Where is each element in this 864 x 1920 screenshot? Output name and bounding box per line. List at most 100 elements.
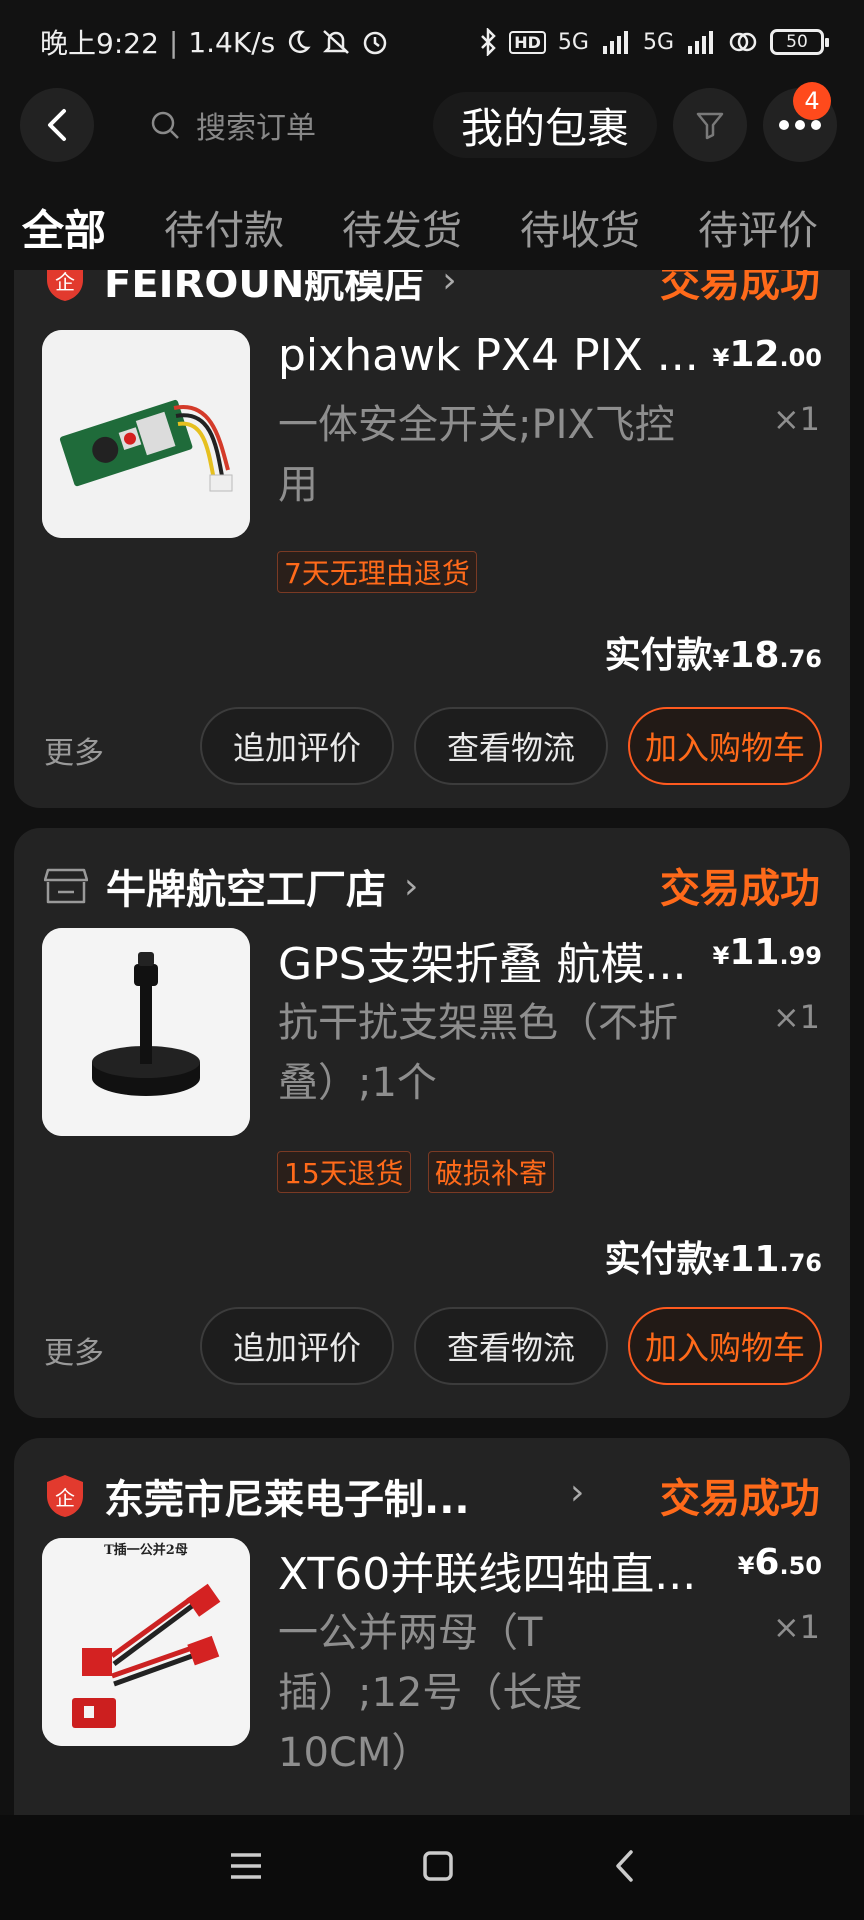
top-header: 搜索订单 我的包裹 4 bbox=[0, 82, 864, 184]
chevron-right-icon: › bbox=[442, 270, 457, 301]
link-icon bbox=[728, 30, 758, 54]
shop-badge-icon: 企 bbox=[47, 270, 83, 301]
service-tag: 7天无理由退货 bbox=[277, 551, 477, 593]
tab-pending-shipment[interactable]: 待发货 bbox=[342, 198, 462, 256]
product-thumbnail[interactable] bbox=[42, 330, 250, 538]
bluetooth-icon bbox=[479, 28, 497, 56]
product-image-xt60-cable: T插一公并2母 bbox=[42, 1538, 250, 1746]
tab-all[interactable]: 全部 bbox=[22, 197, 106, 258]
status-bar: 晚上9:22 | 1.4K/s HD 5G 5G 50 bbox=[0, 0, 864, 84]
paid-dec: .76 bbox=[779, 1249, 822, 1277]
add-to-cart-button[interactable]: 加入购物车 bbox=[628, 707, 822, 785]
order-status: 交易成功 bbox=[660, 1476, 820, 1522]
shop-row[interactable]: 企 FEIROUN航模店 › bbox=[44, 270, 457, 310]
chevron-right-icon[interactable]: › bbox=[570, 1472, 584, 1513]
network-label-2: 5G bbox=[642, 29, 674, 55]
order-status: 交易成功 bbox=[660, 866, 820, 912]
product-spec: 一体安全开关;PIX飞控用 bbox=[278, 402, 675, 508]
unit-price: ¥6.50 bbox=[738, 1542, 822, 1583]
search-icon bbox=[151, 111, 179, 139]
signal-icon-2 bbox=[686, 30, 716, 54]
chevron-left-icon bbox=[48, 109, 66, 141]
filter-icon bbox=[696, 112, 724, 140]
shop-name: FEIROUN航模店 bbox=[104, 270, 425, 307]
hd-badge: HD bbox=[509, 30, 546, 54]
add-review-button[interactable]: 追加评价 bbox=[200, 707, 394, 785]
more-link[interactable]: 更多 bbox=[44, 728, 104, 772]
add-review-button[interactable]: 追加评价 bbox=[200, 1307, 394, 1385]
paid-label: 实付款 bbox=[604, 1239, 713, 1280]
order-card[interactable]: 企 FEIROUN航模店 › 交易成功 pixhawk PX4 PIX ... … bbox=[14, 270, 850, 808]
more-link[interactable]: 更多 bbox=[44, 1328, 104, 1372]
svg-text:企: 企 bbox=[55, 1486, 75, 1510]
order-tabs: 全部 待付款 待发货 待收货 待评价 bbox=[0, 184, 864, 270]
add-to-cart-button[interactable]: 加入购物车 bbox=[628, 1307, 822, 1385]
network-label-1: 5G bbox=[557, 29, 589, 55]
price-int: 11 bbox=[729, 932, 780, 973]
back-nav-icon[interactable] bbox=[613, 1849, 635, 1887]
shop-row[interactable]: 牛牌航空工厂店 › bbox=[44, 856, 418, 916]
shop-name: 牛牌航空工厂店 bbox=[106, 867, 386, 913]
currency-symbol: ¥ bbox=[712, 645, 730, 673]
chevron-right-icon: › bbox=[404, 865, 419, 907]
price-dec: .99 bbox=[779, 942, 822, 970]
shop-name: 东莞市尼莱电子制... bbox=[104, 1477, 470, 1523]
product-thumbnail[interactable]: T插一公并2母 bbox=[42, 1538, 250, 1746]
back-button[interactable] bbox=[20, 88, 94, 162]
notification-badge: 4 bbox=[793, 82, 831, 120]
shop-badge-icon: 企 bbox=[47, 1475, 83, 1517]
more-dots-icon bbox=[779, 120, 821, 130]
quantity: ×1 bbox=[772, 400, 820, 438]
product-spec: 一公并两母（T插）;12号（长度10CM） bbox=[278, 1610, 583, 1776]
quantity: ×1 bbox=[772, 998, 820, 1036]
signal-icon bbox=[601, 30, 631, 54]
battery-level: 50 bbox=[786, 32, 808, 52]
product-title[interactable]: pixhawk PX4 PIX ... bbox=[278, 330, 718, 381]
price-int: 12 bbox=[729, 334, 780, 375]
currency-symbol: ¥ bbox=[712, 344, 730, 372]
price-int: 6 bbox=[754, 1542, 780, 1583]
search-placeholder: 搜索订单 bbox=[196, 111, 316, 146]
battery-icon: 50 bbox=[770, 29, 829, 55]
product-title[interactable]: XT60并联线四轴直... bbox=[278, 1538, 718, 1602]
product-image-switch bbox=[42, 330, 250, 538]
store-icon bbox=[44, 868, 88, 904]
tab-pending-payment[interactable]: 待付款 bbox=[164, 198, 284, 256]
order-list[interactable]: 企 FEIROUN航模店 › 交易成功 pixhawk PX4 PIX ... … bbox=[0, 270, 864, 1815]
product-image-gps-mount bbox=[42, 928, 250, 1136]
paid-label: 实付款 bbox=[604, 635, 713, 676]
product-title[interactable]: GPS支架折叠 航模... bbox=[278, 928, 718, 992]
moon-icon bbox=[285, 29, 311, 55]
unit-price: ¥11.99 bbox=[713, 932, 822, 973]
view-logistics-button[interactable]: 查看物流 bbox=[414, 1307, 608, 1385]
clock-text: 晚上9:22 bbox=[40, 27, 159, 60]
price-dec: .50 bbox=[779, 1552, 822, 1580]
home-icon[interactable] bbox=[422, 1850, 454, 1886]
menu-icon[interactable] bbox=[229, 1851, 263, 1885]
unit-price: ¥12.00 bbox=[713, 334, 822, 375]
alarm-icon bbox=[361, 28, 389, 56]
product-spec: 抗干扰支架黑色（不折叠）;1个 bbox=[278, 1000, 678, 1106]
order-card[interactable]: 牛牌航空工厂店 › 交易成功 GPS支架折叠 航模... 抗干扰支架黑色（不折叠… bbox=[14, 828, 850, 1418]
paid-int: 18 bbox=[729, 635, 780, 676]
currency-symbol: ¥ bbox=[737, 1552, 755, 1580]
filter-button[interactable] bbox=[673, 88, 747, 162]
shop-row[interactable]: 企 东莞市尼莱电子制... bbox=[44, 1466, 470, 1526]
my-packages-button[interactable]: 我的包裹 bbox=[433, 92, 657, 158]
tab-pending-review[interactable]: 待评价 bbox=[698, 198, 818, 256]
product-thumbnail[interactable] bbox=[42, 928, 250, 1136]
order-card[interactable]: 企 东莞市尼莱电子制... › 交易成功 T插一公并2母 XT60并联线四轴直.… bbox=[14, 1438, 850, 1815]
service-tag: 15天退货 bbox=[277, 1151, 411, 1193]
paid-amount: 实付款¥18.76 bbox=[605, 626, 822, 678]
order-status: 交易成功 bbox=[660, 270, 820, 306]
currency-symbol: ¥ bbox=[712, 1249, 730, 1277]
mute-bell-icon bbox=[321, 28, 351, 56]
paid-amount: 实付款¥11.76 bbox=[605, 1230, 822, 1282]
search-input[interactable]: 搜索订单 bbox=[150, 88, 390, 162]
view-logistics-button[interactable]: 查看物流 bbox=[414, 707, 608, 785]
thumb-caption: T插一公并2母 bbox=[104, 1542, 188, 1558]
price-dec: .00 bbox=[779, 344, 822, 372]
tab-pending-receipt[interactable]: 待收货 bbox=[520, 198, 640, 256]
currency-symbol: ¥ bbox=[712, 942, 730, 970]
paid-int: 11 bbox=[729, 1239, 780, 1280]
